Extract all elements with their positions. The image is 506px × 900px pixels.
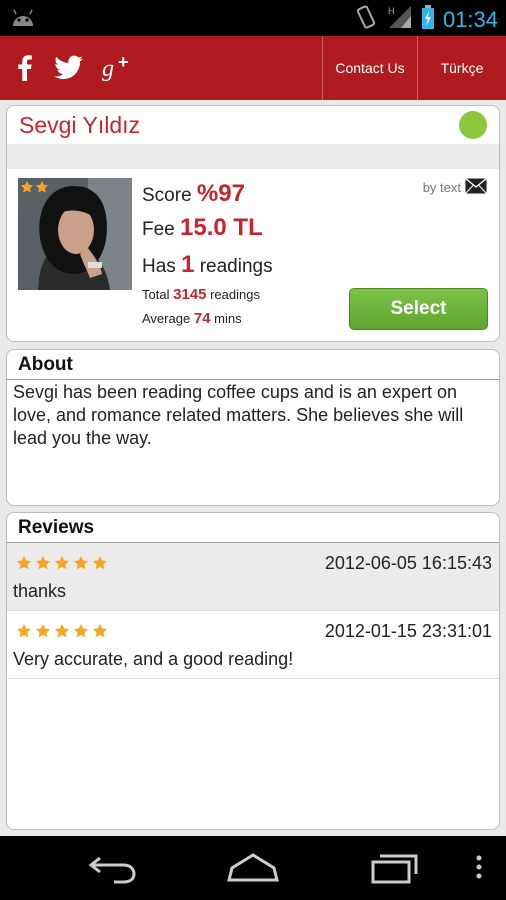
battery-icon bbox=[421, 5, 435, 34]
star-icon bbox=[74, 624, 88, 638]
about-title: About bbox=[18, 354, 73, 375]
star-icon bbox=[17, 556, 31, 570]
select-button[interactable]: Select bbox=[349, 288, 488, 330]
total-suffix: readings bbox=[210, 287, 260, 302]
svg-text:g: g bbox=[102, 56, 114, 82]
readings-line: Has 1 readings bbox=[142, 251, 273, 279]
online-status-indicator bbox=[459, 111, 487, 139]
score-label: Score bbox=[142, 185, 192, 206]
signal-icon: H bbox=[387, 4, 413, 35]
divider bbox=[7, 379, 499, 380]
reviews-title: Reviews bbox=[18, 517, 95, 538]
star-icon bbox=[93, 556, 107, 570]
readings-count: 1 bbox=[181, 251, 195, 278]
review-stars bbox=[16, 623, 108, 639]
average-label: Average bbox=[142, 311, 191, 326]
profile-divider-band bbox=[7, 144, 499, 169]
overflow-menu-icon[interactable] bbox=[474, 850, 484, 889]
envelope-icon bbox=[465, 177, 487, 197]
readings-label: readings bbox=[199, 256, 273, 277]
total-readings-line: Total 3145 readings bbox=[142, 286, 260, 303]
about-text: Sevgi has been reading coffee cups and i… bbox=[13, 382, 464, 448]
fee-label: Fee bbox=[142, 219, 175, 240]
clock: 01:34 bbox=[442, 6, 498, 32]
star-icon bbox=[55, 624, 69, 638]
review-item: 2012-06-05 16:15:43 thanks bbox=[7, 543, 499, 611]
status-bar: H 01:34 bbox=[0, 0, 506, 36]
twitter-icon[interactable] bbox=[52, 36, 86, 100]
star-icon bbox=[17, 624, 31, 638]
review-text: thanks bbox=[13, 581, 67, 601]
svg-text:+: + bbox=[118, 54, 129, 72]
android-notification-icon bbox=[10, 8, 36, 33]
review-text: Very accurate, and a good reading! bbox=[13, 649, 294, 669]
contact-us-button[interactable]: Contact Us bbox=[322, 36, 417, 100]
profile-card: Sevgi Yıldız Score %97 Fee 15.0 TL Has 1… bbox=[6, 105, 500, 342]
fee-value: 15.0 TL bbox=[180, 214, 263, 241]
score-line: Score %97 bbox=[142, 180, 245, 208]
reader-name: Sevgi Yıldız bbox=[19, 112, 141, 138]
has-label: Has bbox=[142, 256, 176, 277]
star-icon bbox=[36, 556, 50, 570]
average-value: 74 bbox=[193, 310, 211, 327]
star-icon bbox=[20, 180, 34, 193]
review-date: 2012-06-05 16:15:43 bbox=[324, 553, 492, 573]
score-value: %97 bbox=[196, 180, 245, 207]
recent-apps-icon[interactable] bbox=[370, 850, 420, 889]
facebook-icon[interactable] bbox=[12, 36, 38, 100]
app-header: g + Contact Us Türkçe bbox=[0, 36, 506, 100]
average-suffix: mins bbox=[214, 311, 242, 326]
by-text-indicator: by text bbox=[422, 177, 487, 197]
review-stars bbox=[16, 555, 108, 571]
review-item: 2012-01-15 23:31:01 Very accurate, and a… bbox=[7, 611, 499, 679]
avatar[interactable] bbox=[18, 178, 132, 290]
star-icon bbox=[74, 556, 88, 570]
total-value: 3145 bbox=[173, 286, 207, 303]
back-icon[interactable] bbox=[88, 850, 138, 889]
star-icon bbox=[36, 624, 50, 638]
about-card: About Sevgi has been reading coffee cups… bbox=[6, 349, 500, 506]
vibrate-icon bbox=[353, 4, 379, 35]
language-button[interactable]: Türkçe bbox=[417, 36, 506, 100]
total-label: Total bbox=[142, 287, 170, 302]
google-plus-icon[interactable]: g + bbox=[102, 36, 134, 100]
system-navigation-bar bbox=[0, 836, 506, 900]
star-icon bbox=[35, 180, 49, 193]
by-text-label: by text bbox=[422, 180, 461, 195]
star-icon bbox=[55, 556, 69, 570]
star-icon bbox=[93, 624, 107, 638]
review-date: 2012-01-15 23:31:01 bbox=[324, 621, 492, 641]
home-icon[interactable] bbox=[226, 850, 280, 889]
reviews-card: Reviews 2012-06-05 16:15:43 thanks 2012-… bbox=[6, 512, 500, 830]
reader-rating-stars bbox=[20, 180, 49, 194]
average-time-line: Average 74 mins bbox=[142, 310, 242, 327]
svg-text:H: H bbox=[388, 6, 395, 16]
fee-line: Fee 15.0 TL bbox=[142, 214, 263, 242]
